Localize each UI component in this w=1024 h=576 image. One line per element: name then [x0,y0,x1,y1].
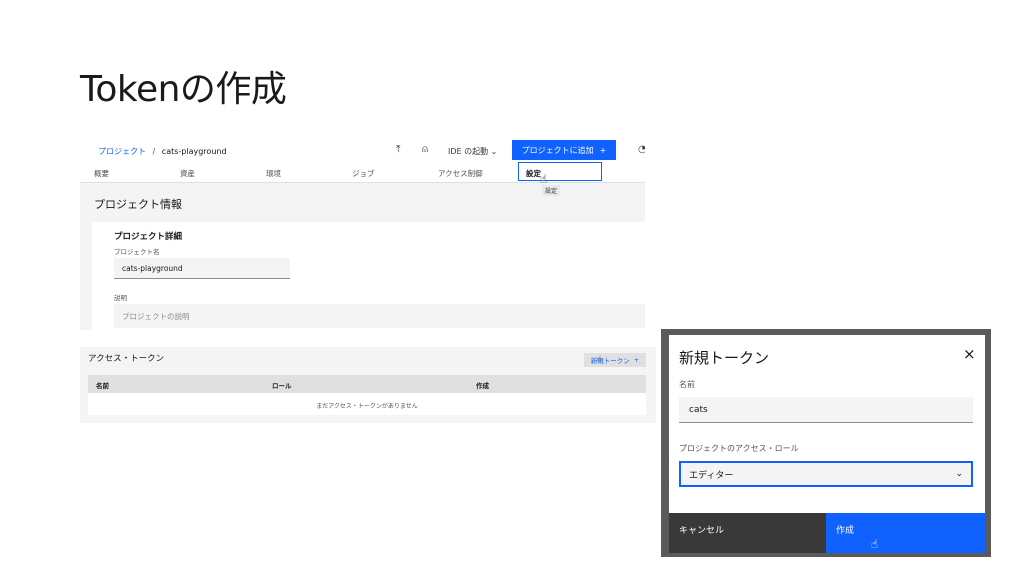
access-role-value: エディター [689,470,734,481]
new-token-button[interactable]: 新規トークン + [584,353,646,367]
column-created: 作成 [476,382,489,390]
project-settings-screenshot: プロジェクト / cats-playground ⤒ ⍝ IDE の起動 ⌄ プ… [80,140,645,330]
cursor-icon: ☝ [540,172,548,186]
project-name-label: プロジェクト名 [114,248,160,256]
close-icon[interactable]: × [963,345,976,363]
column-name: 名前 [96,382,109,390]
add-collaborator-icon[interactable]: ⍝ [422,144,428,155]
column-role: ロール [272,382,292,390]
new-token-modal-screenshot: 新規トークン × 名前 cats プロジェクトのアクセス・ロール エディター ⌄… [661,329,991,557]
tab-settings-highlight [518,162,602,181]
access-tokens-title: アクセス・トークン [88,354,165,364]
cancel-button[interactable]: キャンセル [669,513,826,553]
details-title: プロジェクト詳細 [114,232,183,242]
access-role-label: プロジェクトのアクセス・ロール [679,444,799,453]
launch-ide-button[interactable]: IDE の起動 ⌄ [448,146,497,157]
plus-icon: + [633,356,640,364]
chevron-down-icon: ⌄ [955,469,963,479]
token-name-input[interactable]: cats [679,397,973,423]
slide-title: Tokenの作成 [80,69,287,110]
project-details-card: プロジェクト詳細 プロジェクト名 cats-playground 説明 プロジェ… [92,222,645,330]
plus-icon: + [599,145,607,155]
cursor-icon: ☝ [871,537,879,551]
access-role-select[interactable]: エディター ⌄ [679,461,973,487]
breadcrumb-separator: / [152,147,156,156]
launch-ide-label: IDE の起動 [448,147,489,156]
tab-environments[interactable]: 環境 [266,168,281,179]
modal-title: 新規トークン [679,349,770,367]
add-to-project-button[interactable]: プロジェクトに追加 + [512,140,616,160]
help-icon[interactable]: ◔ [638,144,645,155]
section-title: プロジェクト情報 [94,198,182,211]
tab-assets[interactable]: 資産 [180,168,195,179]
breadcrumb-current: cats-playground [161,147,227,156]
access-tokens-screenshot: アクセス・トークン 新規トークン + ☝ 名前 ロール 作成 まだアクセス・トー… [80,347,656,423]
project-name-input[interactable]: cats-playground [114,258,290,279]
create-button[interactable]: 作成 [826,513,985,553]
top-bar: プロジェクト / cats-playground ⤒ ⍝ IDE の起動 ⌄ プ… [80,140,645,163]
description-input[interactable]: プロジェクトの説明 [114,304,645,328]
add-to-project-label: プロジェクトに追加 [521,145,594,155]
tab-overview[interactable]: 概要 [94,168,109,179]
upload-icon[interactable]: ⤒ [396,144,400,155]
breadcrumb-root-link[interactable]: プロジェクト [98,147,146,156]
cursor-icon: ☝ [596,355,602,365]
empty-message: まだアクセス・トークンがありません [316,403,418,410]
tab-access-control[interactable]: アクセス制御 [438,168,483,179]
token-name-label: 名前 [679,380,695,389]
new-token-modal: 新規トークン × 名前 cats プロジェクトのアクセス・ロール エディター ⌄… [669,335,985,553]
description-label: 説明 [114,294,127,302]
tooltip: 設定 [542,185,561,196]
table-header: 名前 ロール 作成 [88,375,646,393]
table-row: まだアクセス・トークンがありません [88,393,646,415]
breadcrumb: プロジェクト / cats-playground [98,146,227,157]
tab-jobs[interactable]: ジョブ [352,168,375,179]
